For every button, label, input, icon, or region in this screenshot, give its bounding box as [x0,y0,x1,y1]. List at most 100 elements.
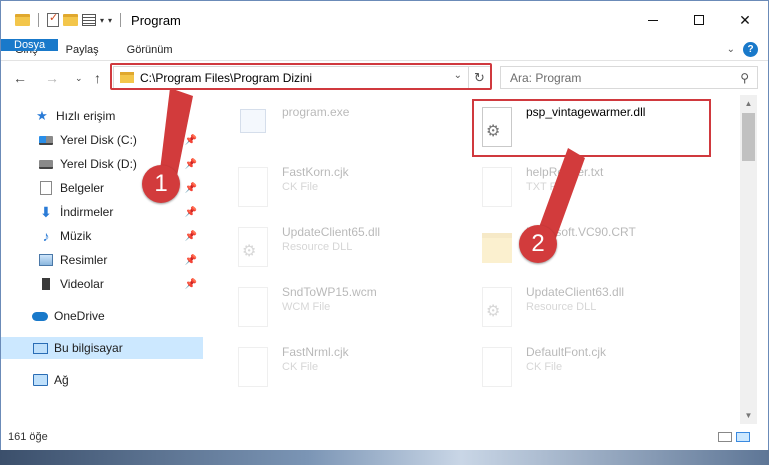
sidebar-item-local-disk-c[interactable]: Yerel Disk (C:) 📌 [1,129,203,151]
disk-icon [39,135,53,145]
scroll-down-icon[interactable]: ▼ [740,407,757,424]
gear-icon: ⚙ [242,243,257,260]
close-button[interactable]: ✕ [722,1,768,39]
pin-icon[interactable]: 📌 [185,183,197,194]
text-file-icon [482,167,512,207]
list-item[interactable]: ⚙ psp_vintagewarmer.dll [478,105,645,151]
file-name: SndToWP15.wcm [282,285,377,299]
address-path: C:\Program Files\Program Dizini [140,70,313,85]
sidebar-item-label: Müzik [60,229,92,243]
file-type: WCM File [282,301,331,313]
search-placeholder: Ara: Program [510,70,582,85]
item-count: 161 öğe [8,431,48,443]
maximize-button[interactable] [676,1,722,39]
list-item[interactable]: program.exe [234,105,349,151]
quick-access-toolbar: ▾ ▾ Program [1,11,181,28]
navigation-pane: ★ Hızlı erişim Yerel Disk (C:) 📌 Yerel D… [1,95,203,424]
navigation-bar: ← → ⌄ ↑ C:\Program Files\Program Dizini … [1,61,768,95]
file-name: helpReader.txt [526,165,604,179]
scrollbar-thumb[interactable] [742,113,755,161]
list-item[interactable]: DefaultFont.cjk CK File [478,345,606,391]
list-item[interactable]: FastNrml.cjk CK File [234,345,349,391]
file-list: program.exe ⚙ psp_vintagewarmer.dll Fast… [204,95,740,424]
help-icon[interactable]: ? [743,42,758,57]
window-title: Program [131,12,181,28]
sidebar-item-downloads[interactable]: ⬇ İndirmeler 📌 [1,201,203,223]
scroll-up-icon[interactable]: ▲ [740,95,757,112]
list-item[interactable]: ⚙ UpdateClient63.dll Resource DLL [478,285,624,331]
file-name: UpdateClient63.dll [526,285,625,299]
desktop-background [0,450,769,465]
status-bar: 161 öğe [1,424,768,450]
file-name: DefaultFont.cjk [526,345,607,359]
explorer-window: ▾ ▾ Program ✕ Dosya Giriş Paylaş Görünüm… [0,0,769,450]
view-icon[interactable] [82,14,96,26]
sidebar-item-label: Yerel Disk (C:) [60,133,137,147]
list-item[interactable]: SndToWP15.wcm WCM File [234,285,377,331]
pin-icon[interactable]: 📌 [185,207,197,218]
sidebar-item-pictures[interactable]: Resimler 📌 [1,249,203,271]
sidebar-item-network[interactable]: Ağ [1,369,203,391]
customize-toolbar-icon[interactable]: ▾ [108,16,112,25]
sidebar-item-label: Yerel Disk (D:) [60,157,137,171]
file-icon [238,347,268,387]
address-bar[interactable]: C:\Program Files\Program Dizini ⌄ [113,66,469,89]
file-name: FastKorn.cjk [282,165,349,179]
pin-icon[interactable]: 📌 [185,279,197,290]
callout-1: 1 [142,165,180,203]
disk-icon [39,159,53,169]
cloud-icon [32,311,48,321]
recent-locations-chevron-icon[interactable]: ⌄ [75,73,83,84]
sidebar-item-label: İndirmeler [60,205,114,219]
search-icon: ⚲ [740,70,749,85]
details-view-icon[interactable] [718,432,732,442]
application-icon [240,109,266,133]
up-arrow-icon[interactable]: ↑ [94,70,101,86]
pin-icon[interactable]: 📌 [185,159,197,170]
list-item[interactable]: Microsoft.VC90.CRT [478,225,636,271]
list-item[interactable]: ⚙ UpdateClient65.dll Resource DLL [234,225,380,271]
file-type: Resource DLL [526,301,597,313]
pin-icon[interactable]: 📌 [185,255,197,266]
tab-file[interactable]: Dosya [1,39,59,51]
file-name: FastNrml.cjk [282,345,349,359]
large-icons-view-icon[interactable] [736,432,750,442]
separator [120,13,122,27]
chevron-down-icon[interactable]: ▾ [100,16,104,25]
list-item[interactable]: helpReader.txt TXT File [478,165,603,211]
download-icon: ⬇ [40,203,52,220]
list-item[interactable]: FastKorn.cjk CK File [234,165,349,211]
sidebar-item-label: Hızlı erişim [56,109,116,123]
pictures-icon [39,254,53,266]
properties-icon[interactable] [47,11,59,27]
forward-arrow-icon[interactable]: → [45,70,59,86]
search-input[interactable]: Ara: Program ⚲ [500,66,758,89]
sidebar-item-quick-access[interactable]: ★ Hızlı erişim [1,105,203,127]
file-type: CK File [526,361,563,373]
file-icon [238,167,268,207]
sidebar-item-videos[interactable]: Videolar 📌 [1,273,203,295]
tab-view[interactable]: Görünüm [113,39,187,60]
expand-ribbon-icon[interactable]: ⌄ [727,44,735,55]
sidebar-item-this-pc[interactable]: Bu bilgisayar [1,337,203,359]
chevron-down-icon[interactable]: ⌄ [454,70,462,81]
new-folder-icon[interactable] [63,14,78,26]
minimize-icon [648,19,658,21]
sidebar-item-onedrive[interactable]: OneDrive [1,305,203,327]
vertical-scrollbar[interactable]: ▲ ▼ [740,95,757,424]
gear-icon: ⚙ [486,123,501,140]
tab-share[interactable]: Paylaş [52,39,113,60]
gear-icon: ⚙ [486,303,501,320]
callout-2: 2 [519,225,557,263]
folder-icon [482,233,512,263]
video-icon [39,278,53,290]
folder-icon [15,14,30,26]
folder-icon [120,72,134,83]
file-type: Resource DLL [282,241,353,253]
pin-icon[interactable]: 📌 [185,135,197,146]
pin-icon[interactable]: 📌 [185,231,197,242]
back-arrow-icon[interactable]: ← [13,70,27,86]
minimize-button[interactable] [630,1,676,39]
refresh-button[interactable]: ↻ [469,66,491,89]
sidebar-item-music[interactable]: ♪ Müzik 📌 [1,225,203,247]
